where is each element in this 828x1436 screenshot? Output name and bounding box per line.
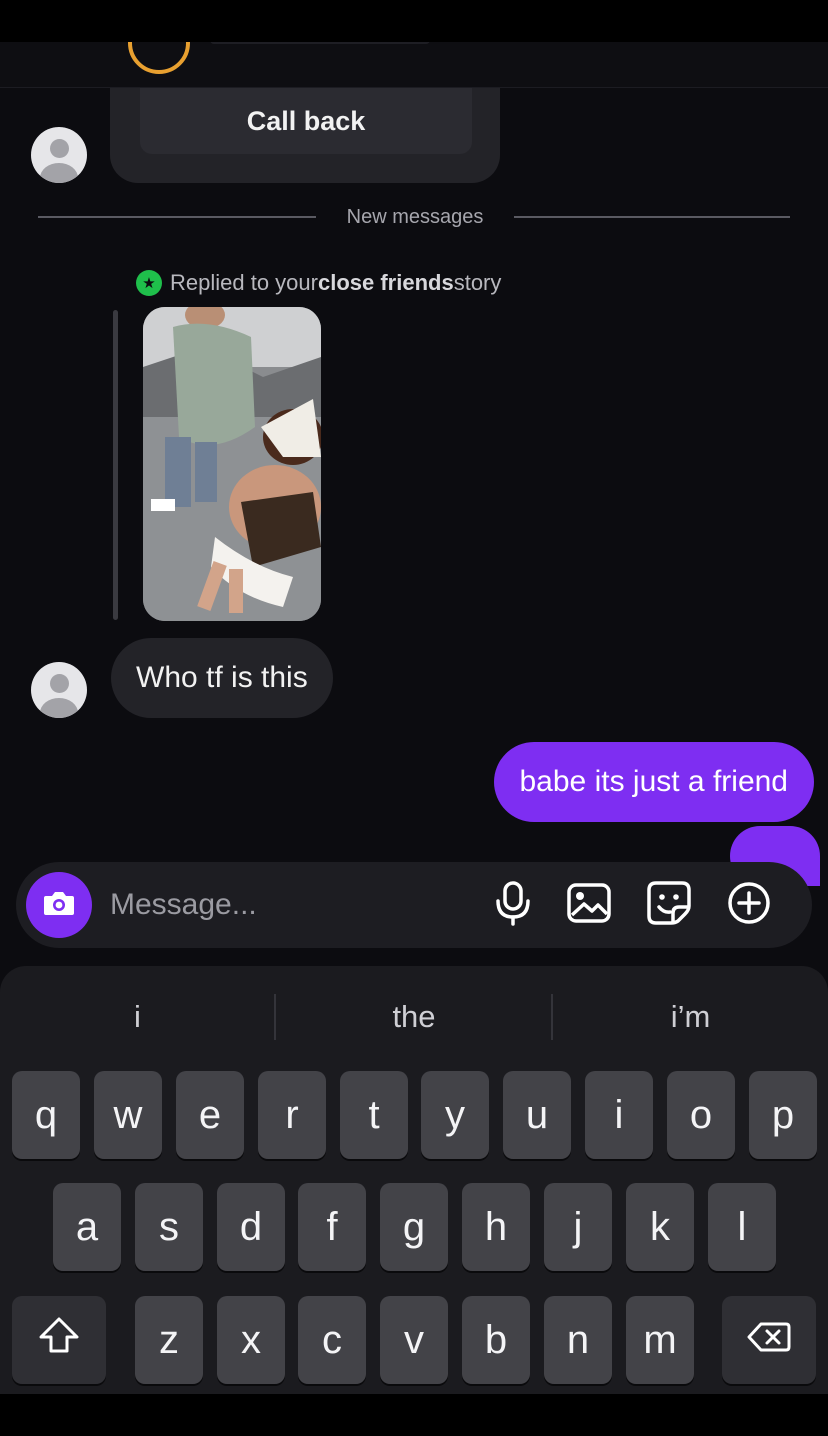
suggestion-2[interactable]: the: [276, 994, 552, 1040]
key-h[interactable]: h: [462, 1183, 530, 1271]
sender-avatar[interactable]: [31, 127, 87, 183]
suggestion-1[interactable]: i: [0, 994, 275, 1040]
key-l[interactable]: l: [708, 1183, 776, 1271]
key-s[interactable]: s: [135, 1183, 203, 1271]
thread-header: [0, 42, 828, 88]
story-reply-note: ★ Replied to your close friends story: [136, 268, 501, 298]
camera-icon: [42, 888, 76, 923]
key-e[interactable]: e: [176, 1071, 244, 1159]
call-back-button[interactable]: Call back: [140, 88, 472, 154]
key-x[interactable]: x: [217, 1296, 285, 1384]
key-i[interactable]: i: [585, 1071, 653, 1159]
microphone-icon: [493, 880, 533, 931]
key-m[interactable]: m: [626, 1296, 694, 1384]
key-y[interactable]: y: [421, 1071, 489, 1159]
key-r[interactable]: r: [258, 1071, 326, 1159]
key-t[interactable]: t: [340, 1071, 408, 1159]
divider-line-left: [38, 216, 316, 218]
key-n[interactable]: n: [544, 1296, 612, 1384]
suggestion-3[interactable]: i’m: [553, 994, 828, 1040]
key-a[interactable]: a: [53, 1183, 121, 1271]
plus-circle-icon: [726, 880, 772, 931]
incoming-message-bubble[interactable]: Who tf is this: [111, 638, 333, 718]
more-options-button[interactable]: [724, 880, 774, 930]
sticker-button[interactable]: [644, 880, 694, 930]
reply-note-emphasis: close friends: [317, 270, 454, 295]
key-w[interactable]: w: [94, 1071, 162, 1159]
key-o[interactable]: o: [667, 1071, 735, 1159]
header-subtitle: [210, 42, 430, 44]
key-u[interactable]: u: [503, 1071, 571, 1159]
backspace-icon: [747, 1318, 791, 1363]
outgoing-message-bubble[interactable]: babe its just a friend: [493, 742, 814, 822]
sender-avatar[interactable]: [31, 662, 87, 718]
header-avatar[interactable]: [128, 42, 190, 74]
close-friends-star-icon: ★: [136, 270, 162, 296]
new-messages-label: New messages: [346, 206, 484, 228]
reply-quote-bar: [113, 310, 118, 620]
camera-button[interactable]: [26, 872, 92, 938]
gallery-button[interactable]: [564, 880, 614, 930]
shift-icon: [38, 1316, 80, 1364]
key-v[interactable]: v: [380, 1296, 448, 1384]
key-b[interactable]: b: [462, 1296, 530, 1384]
key-z[interactable]: z: [135, 1296, 203, 1384]
reply-note-suffix: story: [453, 270, 502, 295]
key-d[interactable]: d: [217, 1183, 285, 1271]
reply-note-prefix: Replied to your: [170, 270, 318, 295]
key-f[interactable]: f: [298, 1183, 366, 1271]
dm-thread-screen: Call back New messages ★ Replied to your…: [0, 0, 828, 1436]
voice-message-button[interactable]: [488, 880, 538, 930]
sticker-icon: [646, 880, 692, 931]
backspace-key[interactable]: [722, 1296, 816, 1384]
bottom-black-bar: [0, 1394, 828, 1436]
story-thumbnail[interactable]: [143, 307, 321, 621]
status-bar-area: [0, 0, 828, 42]
message-input[interactable]: [110, 878, 470, 932]
key-p[interactable]: p: [749, 1071, 817, 1159]
key-g[interactable]: g: [380, 1183, 448, 1271]
key-q[interactable]: q: [12, 1071, 80, 1159]
shift-key[interactable]: [12, 1296, 106, 1384]
key-c[interactable]: c: [298, 1296, 366, 1384]
key-j[interactable]: j: [544, 1183, 612, 1271]
key-k[interactable]: k: [626, 1183, 694, 1271]
gallery-icon: [566, 882, 612, 929]
divider-line-right: [514, 216, 790, 218]
